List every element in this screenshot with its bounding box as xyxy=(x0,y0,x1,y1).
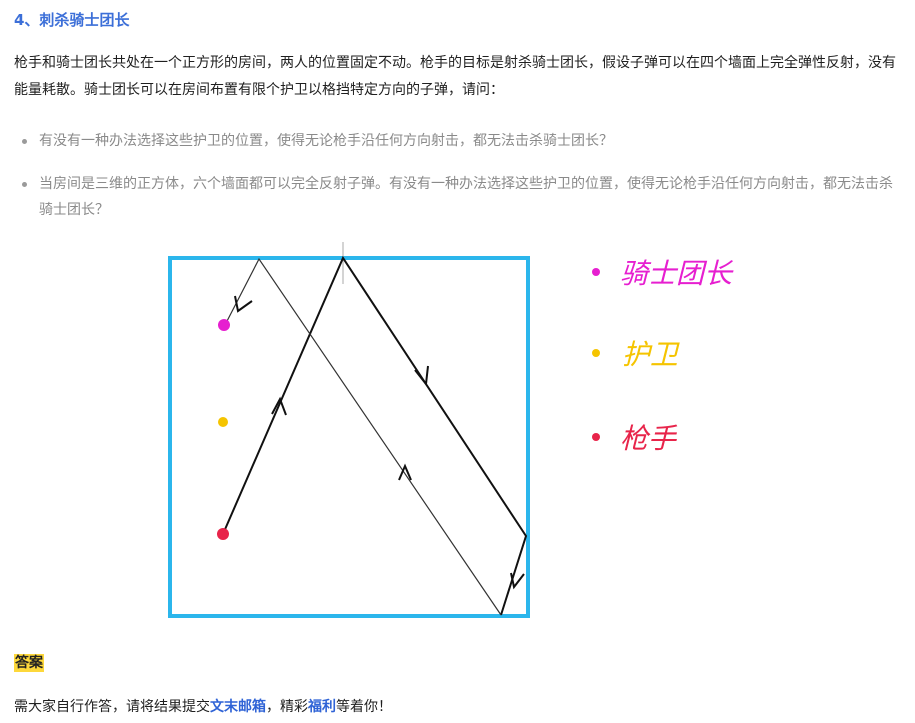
list-item: 有没有一种办法选择这些护卫的位置，使得无论枪手沿任何方向射击，都无法击杀骑士团长… xyxy=(22,128,900,154)
bullet-icon xyxy=(22,139,27,144)
closing-text: 等着你！ xyxy=(336,699,392,715)
email-link[interactable]: 文末邮箱 xyxy=(210,699,266,715)
room-square xyxy=(168,256,530,618)
intro-paragraph: 枪手和骑士团长共处在一个正方形的房间，两人的位置固定不动。枪手的目标是射杀骑士团… xyxy=(14,55,896,98)
legend-dot-knight xyxy=(592,268,600,276)
bullet-path-primary xyxy=(222,255,528,616)
reflection-diagram: 骑士团长 护卫 枪手 xyxy=(168,242,734,618)
closing-paragraph: 需大家自行作答，请将结果提交文末邮箱，精彩福利等着你！ xyxy=(14,696,392,716)
legend-label-knight: 骑士团长 xyxy=(620,257,734,290)
bullet-path-secondary xyxy=(224,257,502,616)
legend-label-guard: 护卫 xyxy=(622,338,680,371)
question-text: 有没有一种办法选择这些护卫的位置，使得无论枪手沿任何方向射击，都无法击杀骑士团长… xyxy=(39,133,613,149)
direction-arrows xyxy=(234,295,525,590)
closing-text: 需大家自行作答，请将结果提交 xyxy=(14,699,210,715)
legend-label-shooter: 枪手 xyxy=(620,422,678,455)
closing-text: ，精彩 xyxy=(266,699,308,715)
legend: 骑士团长 护卫 枪手 xyxy=(592,257,734,455)
shooter-dot xyxy=(217,528,229,540)
legend-dot-shooter xyxy=(592,433,600,441)
knight-commander-dot xyxy=(218,319,230,331)
welfare-link[interactable]: 福利 xyxy=(308,699,336,715)
question-text: 当房间是三维的正方体，六个墙面都可以完全反射子弹。有没有一种办法选择这些护卫的位… xyxy=(39,176,893,218)
question-list: 有没有一种办法选择这些护卫的位置，使得无论枪手沿任何方向射击，都无法击杀骑士团长… xyxy=(22,128,900,240)
list-item: 当房间是三维的正方体，六个墙面都可以完全反射子弹。有没有一种办法选择这些护卫的位… xyxy=(22,171,900,223)
section-heading: 4、刺杀骑士团长 xyxy=(14,11,130,29)
guard-dot xyxy=(218,417,228,427)
bullet-icon xyxy=(22,182,27,187)
arrow-down-icon xyxy=(234,295,253,313)
legend-dot-guard xyxy=(592,349,600,357)
answer-label: 答案 xyxy=(14,654,44,672)
